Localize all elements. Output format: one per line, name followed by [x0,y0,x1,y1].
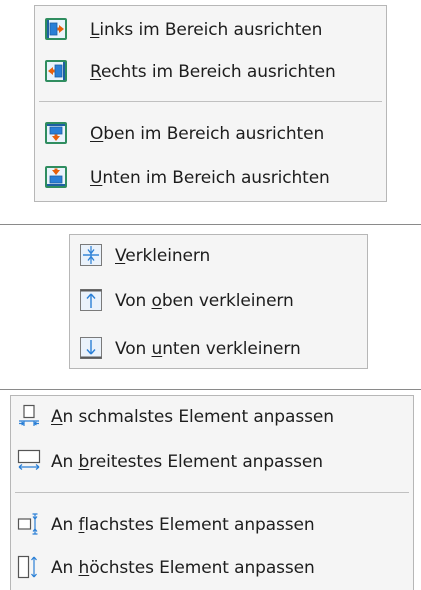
menu-item-label: Von unten verkleinern [115,339,301,359]
menu-item-label: An höchstes Element anpassen [51,558,315,578]
menu-separator [39,101,382,102]
menu-item-align-left-area[interactable]: Links im Bereich ausrichten [35,13,386,45]
menu-item-fit-narrowest[interactable]: An schmalstes Element anpassen [11,400,413,432]
menu-item-label: An flachstes Element anpassen [51,515,315,535]
shrink-icon [79,243,103,267]
menu-item-label: Von oben verkleinern [115,291,294,311]
menu-item-label: An schmalstes Element anpassen [51,407,334,427]
menu-item-label: An breitestes Element anpassen [51,452,323,472]
align-bottom-area-icon [44,165,68,189]
shrink-from-bottom-icon [79,336,103,360]
menu-item-label: Unten im Bereich ausrichten [90,168,330,188]
panel-divider [0,224,421,225]
menu-item-label: Links im Bereich ausrichten [90,20,323,40]
menu-item-align-bottom-area[interactable]: Unten im Bereich ausrichten [35,161,386,193]
align-left-area-icon [44,17,68,41]
menu-item-fit-widest[interactable]: An breitestes Element anpassen [11,445,413,477]
menu-item-label: Verkleinern [115,246,211,266]
shrink-menu: Verkleinern Von oben verkleinern Von unt… [69,234,368,369]
menu-item-fit-shortest[interactable]: An flachstes Element anpassen [11,508,413,540]
menu-item-align-right-area[interactable]: Rechts im Bereich ausrichten [35,55,386,87]
panel-divider [0,389,421,390]
menu-item-shrink[interactable]: Verkleinern [70,239,367,271]
align-in-area-menu: Links im Bereich ausrichten Rechts im Be… [34,5,387,202]
menu-item-fit-tallest[interactable]: An höchstes Element anpassen [11,551,413,583]
menu-item-label: Oben im Bereich ausrichten [90,124,325,144]
size-to-element-menu: An schmalstes Element anpassen An breite… [10,395,414,590]
menu-item-align-top-area[interactable]: Oben im Bereich ausrichten [35,117,386,149]
align-top-area-icon [44,121,68,145]
fit-narrowest-icon [17,404,41,428]
menu-separator [15,492,409,493]
fit-shortest-icon [17,512,41,536]
menu-item-shrink-from-bottom[interactable]: Von unten verkleinern [70,332,367,364]
shrink-from-top-icon [79,288,103,312]
menu-item-label: Rechts im Bereich ausrichten [90,62,336,82]
fit-tallest-icon [17,555,41,579]
align-right-area-icon [44,59,68,83]
menu-item-shrink-from-top[interactable]: Von oben verkleinern [70,284,367,316]
fit-widest-icon [17,449,41,473]
